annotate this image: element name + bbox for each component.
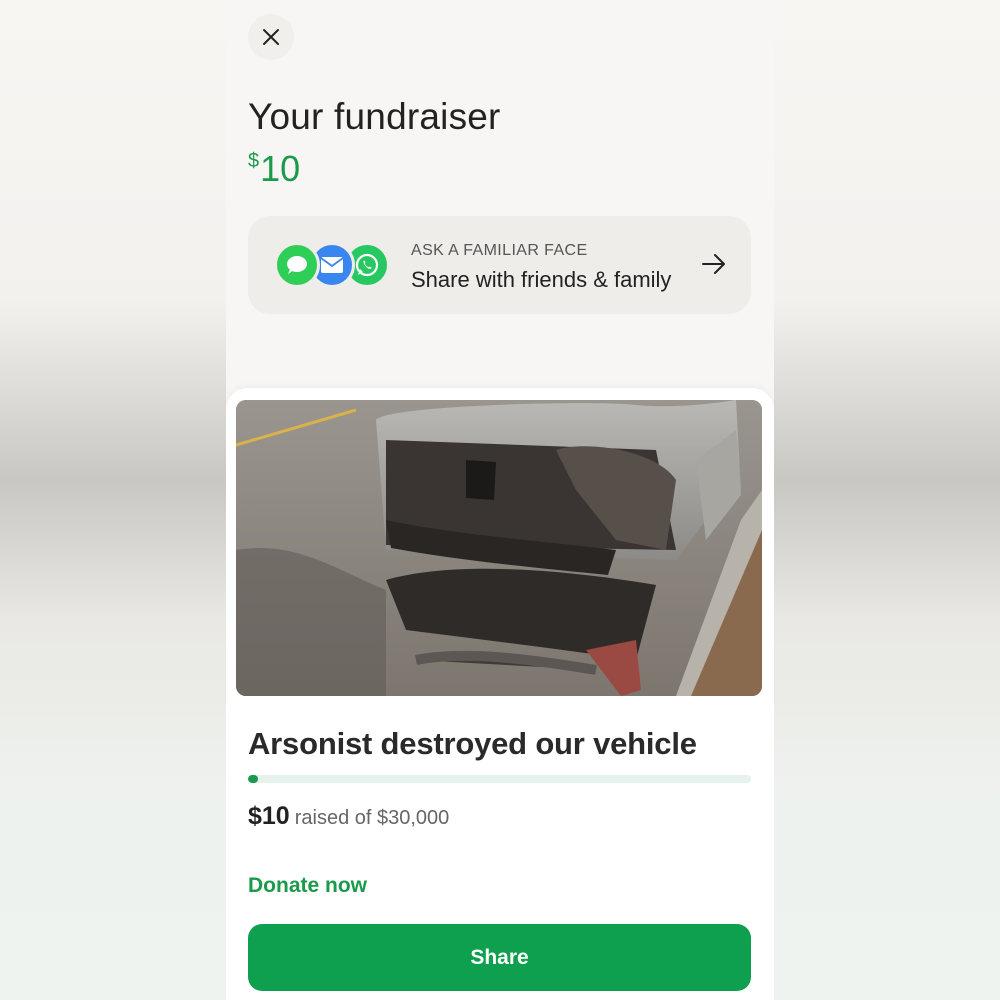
close-button[interactable] bbox=[248, 14, 294, 60]
fundraiser-screen: Your fundraiser $10 ASK A FAMILIAR FACE … bbox=[226, 0, 774, 1000]
page-title: Your fundraiser bbox=[248, 96, 501, 137]
amount-raised-header: $10 bbox=[248, 148, 300, 190]
background-left bbox=[0, 0, 226, 1000]
fundraiser-card: Arsonist destroyed our vehicle $10 raised… bbox=[226, 388, 774, 1000]
background-right bbox=[774, 0, 1000, 1000]
raised-amount: $10 bbox=[248, 802, 290, 830]
arrow-right-icon bbox=[702, 254, 725, 274]
share-card-eyebrow: ASK A FAMILIAR FACE bbox=[411, 242, 588, 259]
close-icon bbox=[263, 29, 279, 45]
share-button[interactable]: Share bbox=[248, 924, 751, 991]
raised-goal-text: raised of $30,000 bbox=[294, 807, 450, 829]
raised-summary: $10 raised of $30,000 bbox=[248, 802, 449, 831]
currency-symbol: $ bbox=[248, 150, 260, 172]
share-with-friends-card[interactable]: ASK A FAMILIAR FACE Share with friends &… bbox=[248, 216, 751, 314]
share-card-label: Share with friends & family bbox=[411, 267, 672, 292]
amount-value: 10 bbox=[260, 148, 301, 189]
burned-car-photo bbox=[236, 400, 762, 696]
share-app-icons bbox=[274, 242, 394, 288]
fundraiser-title: Arsonist destroyed our vehicle bbox=[248, 726, 697, 761]
progress-fill bbox=[248, 775, 258, 783]
progress-bar bbox=[248, 775, 751, 783]
donate-now-link[interactable]: Donate now bbox=[248, 874, 367, 898]
messages-icon bbox=[274, 242, 320, 288]
